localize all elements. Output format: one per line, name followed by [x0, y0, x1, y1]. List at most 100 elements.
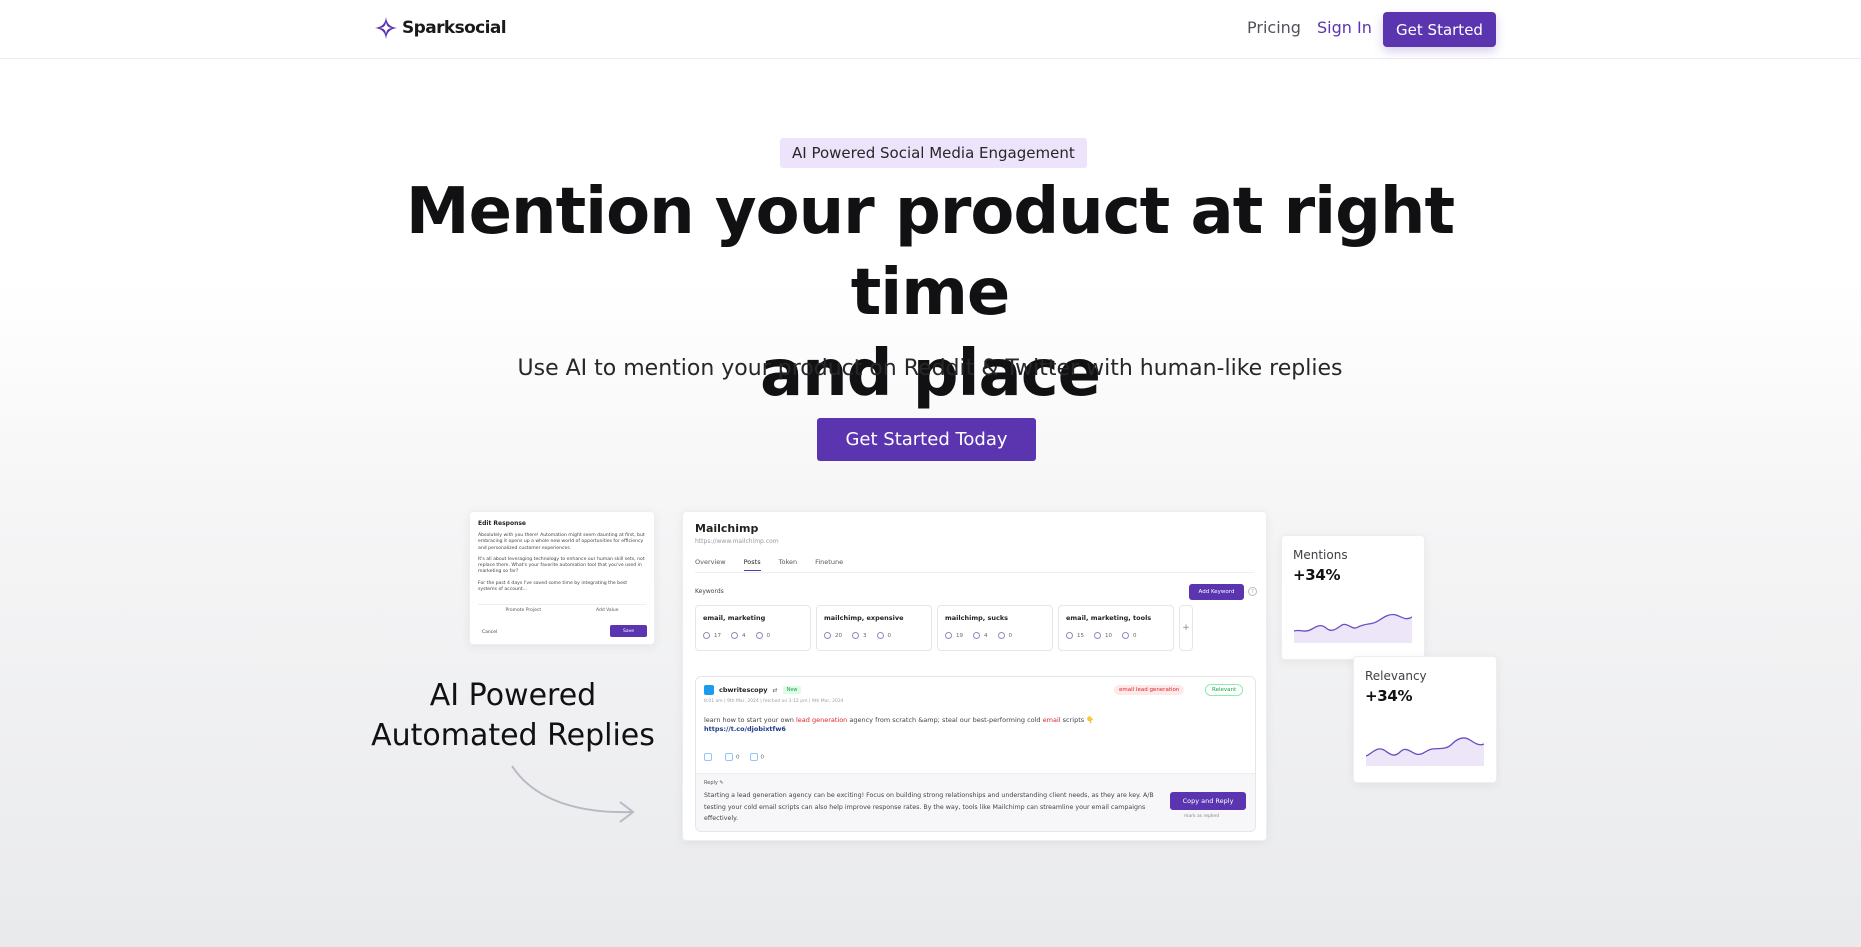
keyword-stat-value: 3: [863, 632, 867, 639]
comment-count: 0: [760, 754, 765, 761]
reply-text[interactable]: Starting a lead generation agency can be…: [704, 790, 1164, 825]
keyword-stat-value: 10: [1105, 632, 1112, 639]
tab-finetune[interactable]: Finetune: [815, 558, 843, 571]
keyword-stat-value: 0: [887, 632, 892, 639]
retweet-count: 0: [736, 754, 740, 761]
cancel-button[interactable]: Cancel: [482, 630, 497, 635]
tab-token[interactable]: Token: [779, 558, 798, 571]
reply-icon: [755, 632, 763, 639]
relevance-icon: [852, 632, 859, 639]
app-preview-card: Mailchimp https://www.mailchimp.com Over…: [682, 511, 1267, 841]
keyword-card[interactable]: email, marketing, tools 15 10 0: [1058, 605, 1174, 651]
keyword-stat: 0: [755, 632, 771, 639]
post-link[interactable]: https://t.co/djobixtfw6: [704, 725, 786, 733]
copy-and-reply-button[interactable]: Copy and Reply: [1170, 792, 1246, 810]
feature-label-line-2: Automated Replies: [371, 718, 655, 753]
post-text-segment: learn how to start your own: [704, 716, 796, 724]
keyword-name: email, marketing: [703, 614, 766, 622]
edit-response-paragraph: For the past 4 days I've saved some time…: [478, 580, 628, 593]
stat-value: +34%: [1293, 566, 1341, 584]
reply-icon: [876, 632, 884, 639]
relevant-badge[interactable]: Relevant: [1205, 684, 1244, 696]
keyword-stat: 0: [1122, 632, 1137, 639]
like-action[interactable]: [704, 753, 715, 761]
post-author[interactable]: cbwritescopy: [719, 686, 768, 694]
eye-icon: [945, 632, 952, 639]
keyword-stat-value: 0: [766, 632, 771, 639]
keyword-stat: 4: [973, 632, 988, 639]
keyword-stat: 20: [824, 632, 842, 639]
comment-action[interactable]: 0: [749, 753, 765, 761]
retweet-icon: ⇄: [772, 686, 778, 694]
keyword-stat: 10: [1094, 632, 1112, 639]
relevance-icon: [731, 632, 738, 639]
keyword-stats: 15 10 0: [1066, 632, 1166, 639]
post-header: cbwritescopy ⇄ New: [704, 685, 802, 695]
stat-label: Relevancy: [1365, 669, 1427, 683]
keyword-stat-value: 17: [714, 632, 721, 639]
project-url[interactable]: https://www.mailchimp.com: [695, 538, 1254, 545]
eye-icon: [1066, 632, 1073, 639]
retweet-count-icon: [725, 753, 733, 761]
post-card: cbwritescopy ⇄ New email lead generation…: [695, 676, 1256, 832]
reply-icon: [997, 632, 1005, 639]
keyword-stat-value: 0: [1008, 632, 1013, 639]
post-keyword-highlight: lead generation: [795, 716, 848, 724]
heart-icon: [704, 753, 712, 761]
edit-response-paragraph: It's all about leveraging technology to …: [478, 556, 645, 575]
add-value-option[interactable]: Add Value: [596, 608, 619, 613]
relevance-icon: [1094, 632, 1101, 639]
sparkle-logo-icon: [375, 17, 397, 39]
keyword-stats: 20 3 0: [824, 632, 924, 639]
brand-logo[interactable]: Sparksocial: [374, 16, 507, 40]
keyword-tag: email lead generation: [1114, 685, 1185, 695]
save-button[interactable]: Save: [610, 625, 647, 637]
hero-subheadline: Use AI to mention your product on Reddit…: [517, 356, 1343, 381]
edit-response-title: Edit Response: [478, 520, 526, 527]
keyword-stat-value: 4: [742, 632, 746, 639]
eye-icon: [824, 632, 831, 639]
nav-link-sign-in[interactable]: Sign In: [1317, 18, 1372, 37]
post-actions: 0 0: [704, 753, 764, 761]
get-started-button[interactable]: Get Started: [1383, 12, 1496, 47]
keyword-stats: 19 4 0: [945, 632, 1045, 639]
project-tabs: Overview Posts Token Finetune: [695, 558, 843, 571]
keyword-name: mailchimp, expensive: [824, 614, 904, 622]
reply-label[interactable]: Reply ✎: [704, 780, 724, 786]
edit-response-paragraph: Absolutely with you there! Automation mi…: [478, 533, 645, 551]
retweet-action[interactable]: 0: [725, 753, 740, 761]
stat-value: +34%: [1365, 687, 1413, 705]
nav-link-pricing[interactable]: Pricing: [1247, 18, 1301, 37]
get-started-today-button[interactable]: Get Started Today: [817, 418, 1036, 461]
keyword-stat: 4: [731, 632, 746, 639]
relevance-icon: [973, 632, 980, 639]
promote-project-option[interactable]: Promote Project: [505, 608, 541, 613]
feature-label: AI Powered Automated Replies: [362, 676, 664, 756]
keyword-stat: 15: [1066, 632, 1084, 639]
keyword-card[interactable]: mailchimp, expensive 20 3 0: [816, 605, 932, 651]
keyword-stat: 0: [997, 632, 1013, 639]
keyword-card[interactable]: mailchimp, sucks 19 4 0: [937, 605, 1053, 651]
keyword-stat-value: 19: [956, 632, 963, 639]
keyword-stat-value: 15: [1077, 632, 1084, 639]
keyword-stat-value: 0: [1133, 632, 1137, 639]
tab-posts[interactable]: Posts: [743, 558, 761, 571]
keyword-stats: 17 4 0: [703, 632, 803, 639]
post-text-segment: agency from scratch &amp; steal our best…: [847, 716, 1043, 724]
feature-label-line-1: AI Powered: [429, 678, 597, 713]
keyword-stat-value: 20: [835, 632, 842, 639]
comment-icon: [749, 753, 758, 761]
keyword-card[interactable]: email, marketing 17 4 0: [695, 605, 811, 651]
add-keyword-plus-button[interactable]: +: [1179, 605, 1193, 651]
post-text-segment: scripts 👇: [1060, 716, 1095, 724]
eye-icon: [703, 632, 710, 639]
mark-as-replied-link[interactable]: mark as replied: [1184, 814, 1219, 819]
stat-label: Mentions: [1293, 548, 1348, 562]
add-keyword-button[interactable]: Add Keyword: [1189, 584, 1244, 600]
post-meta: 8:01 am | 9th Mar, 2024 | fetched on 3:1…: [704, 699, 844, 704]
edit-response-body[interactable]: Absolutely with you there! Automation mi…: [478, 533, 646, 593]
project-title: Mailchimp: [695, 522, 759, 535]
tab-overview[interactable]: Overview: [695, 558, 726, 571]
mentions-stat-card: Mentions +34%: [1281, 535, 1425, 660]
help-icon[interactable]: ?: [1248, 587, 1257, 596]
